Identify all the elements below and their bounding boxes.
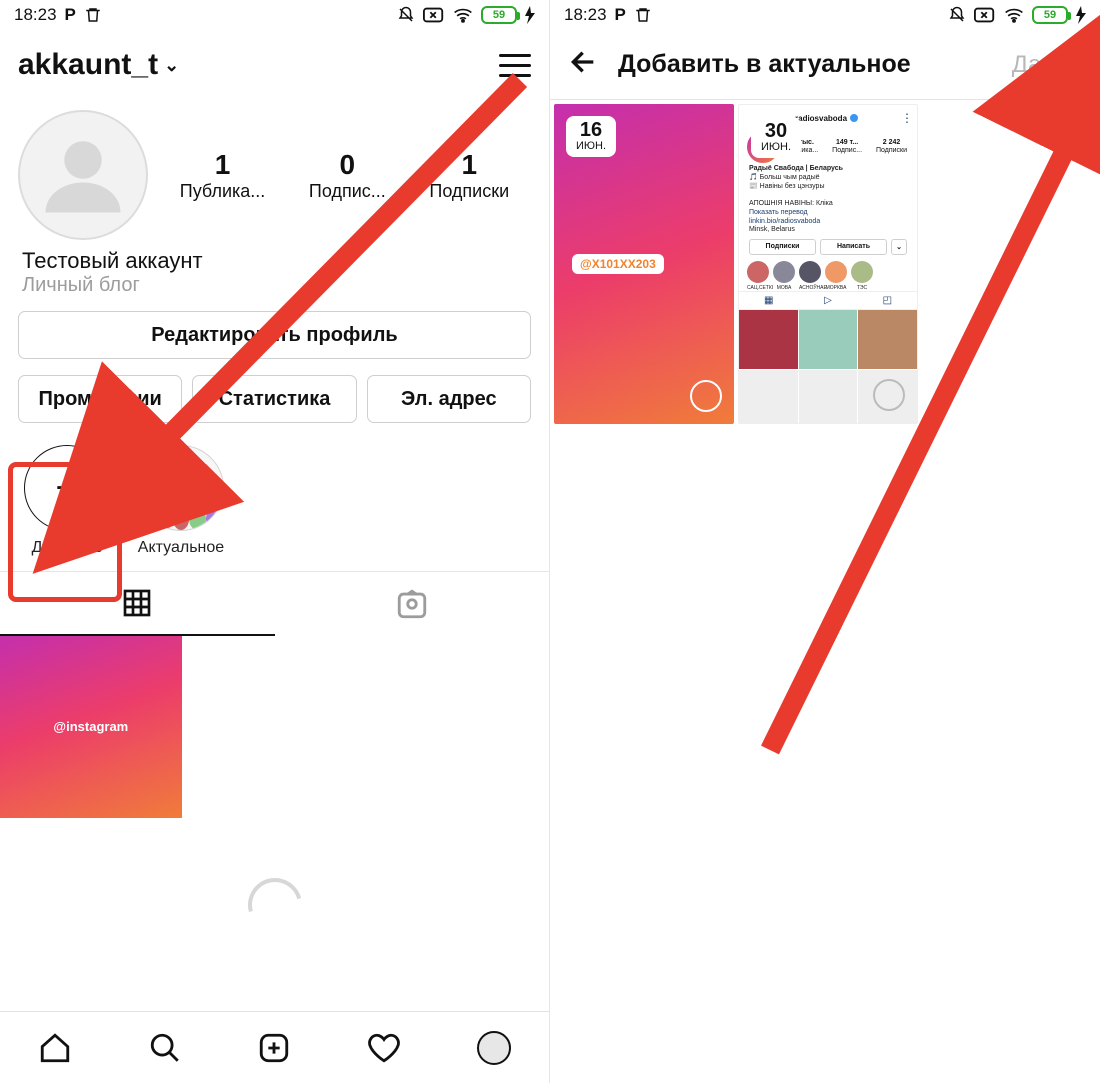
avatar[interactable] <box>18 110 148 240</box>
story-date-badge: 30 ИЮН. <box>751 117 801 158</box>
mini-more-button: ⌄ <box>891 239 907 255</box>
battery-warn-icon <box>423 7 445 23</box>
trash-icon <box>634 6 652 24</box>
header-title: Добавить в актуальное <box>618 50 1012 79</box>
dnd-icon <box>948 6 966 24</box>
wifi-icon <box>453 7 473 23</box>
next-button[interactable]: Далее <box>1012 51 1082 79</box>
post-thumb[interactable]: @instagram <box>0 636 182 818</box>
mini-msg-button: Написать <box>820 239 887 255</box>
phone-profile: 18:23 P 59 akkaunt_t ⌄ <box>0 0 550 1083</box>
nav-profile[interactable] <box>439 1012 549 1083</box>
highlight-thumb <box>138 445 224 531</box>
highlight-actual[interactable]: Актуальное <box>136 445 226 557</box>
wifi-icon <box>1004 7 1024 23</box>
mini-tab-tagged: ◰ <box>858 292 917 309</box>
story-item-2[interactable]: 30 ИЮН. radiosvaboda ⋮ 11 тыс.Публика...… <box>738 104 918 424</box>
promo-button[interactable]: Промоакции <box>18 375 182 423</box>
stat-posts[interactable]: 1 Публика... <box>180 149 265 202</box>
add-highlight-topbar: Добавить в актуальное Далее <box>550 30 1100 100</box>
tab-grid[interactable] <box>0 572 275 636</box>
battery-indicator: 59 <box>1032 6 1068 24</box>
story-item-1[interactable]: 16 июн. @X101XX203 <box>554 104 734 424</box>
trash-icon <box>84 6 102 24</box>
loading-spinner <box>238 868 312 942</box>
mini-follow-button: Подписки <box>749 239 816 255</box>
profile-bio: Тестовый аккаунт Личный блог <box>0 240 549 307</box>
stories-picker: 16 июн. @X101XX203 30 ИЮН. radiosvaboda … <box>550 100 1100 424</box>
nav-search[interactable] <box>110 1012 220 1083</box>
menu-icon[interactable] <box>499 54 531 77</box>
email-button[interactable]: Эл. адрес <box>367 375 531 423</box>
selection-ring <box>690 380 722 412</box>
charging-icon <box>1076 6 1086 24</box>
nav-activity[interactable] <box>329 1012 439 1083</box>
phone-add-highlight: 18:23 P 59 Добавить в актуальн <box>550 0 1100 1083</box>
battery-warn-icon <box>974 7 996 23</box>
status-bar: 18:23 P 59 <box>550 0 1100 30</box>
p-icon: P <box>615 5 626 25</box>
status-time: 18:23 <box>14 5 57 25</box>
username-dropdown[interactable]: akkaunt_t ⌄ <box>18 48 179 82</box>
kebab-icon: ⋮ <box>901 111 913 125</box>
dnd-icon <box>397 6 415 24</box>
charging-icon <box>525 6 535 24</box>
bottom-nav <box>0 1011 549 1083</box>
mini-tab-grid: ▦ <box>739 292 798 309</box>
nav-home[interactable] <box>0 1012 110 1083</box>
tab-tagged[interactable] <box>275 572 550 636</box>
profile-header: 1 Публика... 0 Подпис... 1 Подписки <box>0 100 549 240</box>
nav-add[interactable] <box>220 1012 330 1083</box>
stat-following[interactable]: 1 Подписки <box>429 149 509 202</box>
story-mention: @X101XX203 <box>572 254 664 274</box>
posts-grid: @instagram <box>0 636 549 818</box>
mini-tab-reels: ▷ <box>798 292 857 309</box>
story-date-badge: 16 июн. <box>566 116 616 157</box>
edit-profile-button[interactable]: Редактировать профиль <box>18 311 531 359</box>
stats-button[interactable]: Статистика <box>192 375 356 423</box>
highlights-row: + Добавить Актуальное <box>0 427 549 571</box>
p-icon: P <box>65 5 76 25</box>
highlight-add[interactable]: + Добавить <box>22 445 112 557</box>
selection-ring <box>873 379 905 411</box>
chevron-down-icon: ⌄ <box>164 55 179 76</box>
plus-icon: + <box>24 445 110 531</box>
profile-topbar: akkaunt_t ⌄ <box>0 30 549 100</box>
back-button[interactable] <box>568 46 618 83</box>
status-time: 18:23 <box>564 5 607 25</box>
stat-followers[interactable]: 0 Подпис... <box>309 149 386 202</box>
verified-icon <box>850 114 858 122</box>
profile-tabs <box>0 571 549 636</box>
battery-indicator: 59 <box>481 6 517 24</box>
status-bar: 18:23 P 59 <box>0 0 549 30</box>
